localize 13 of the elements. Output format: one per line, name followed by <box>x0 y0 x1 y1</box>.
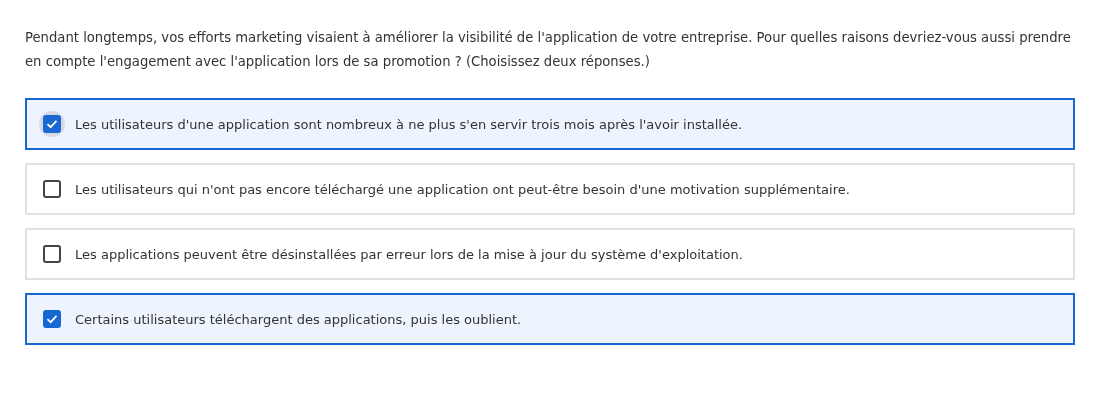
question-text: Pendant longtemps, vos efforts marketing visaient à améliorer la visibilité de l'application de votre entreprise. Pour quelles raisons devriez-vous aussi prendre en compte l'engagement avec l'application lors de sa promotion ? (Choisissez deux réponses.) <box>25 29 1072 71</box>
answer-option[interactable]: Les utilisateurs qui n'ont pas encore téléchargé une application ont peut-être besoin d'une motivation supplémentaire. <box>25 163 1075 215</box>
option-label: Les applications peuvent être désinstallées par erreur lors de la mise à jour du système d'exploitation. <box>75 246 743 262</box>
answer-option[interactable]: Les applications peuvent être désinstallées par erreur lors de la mise à jour du système d'exploitation. <box>25 228 1075 280</box>
checkbox[interactable] <box>43 245 61 263</box>
option-label: Les utilisateurs qui n'ont pas encore téléchargé une application ont peut-être besoin d'une motivation supplémentaire. <box>75 181 850 197</box>
option-label: Les utilisateurs d'une application sont nombreux à ne plus s'en servir trois mois après l'avoir installée. <box>75 116 743 132</box>
answer-option[interactable]: Certains utilisateurs téléchargent des applications, puis les oublient. <box>25 293 1075 345</box>
option-label: Certains utilisateurs téléchargent des applications, puis les oublient. <box>75 311 522 327</box>
checkbox[interactable] <box>43 310 61 328</box>
checkbox[interactable] <box>43 180 61 198</box>
checkbox[interactable] <box>43 115 61 133</box>
answer-option[interactable]: Les utilisateurs d'une application sont nombreux à ne plus s'en servir trois mois après l'avoir installée. <box>25 98 1075 150</box>
